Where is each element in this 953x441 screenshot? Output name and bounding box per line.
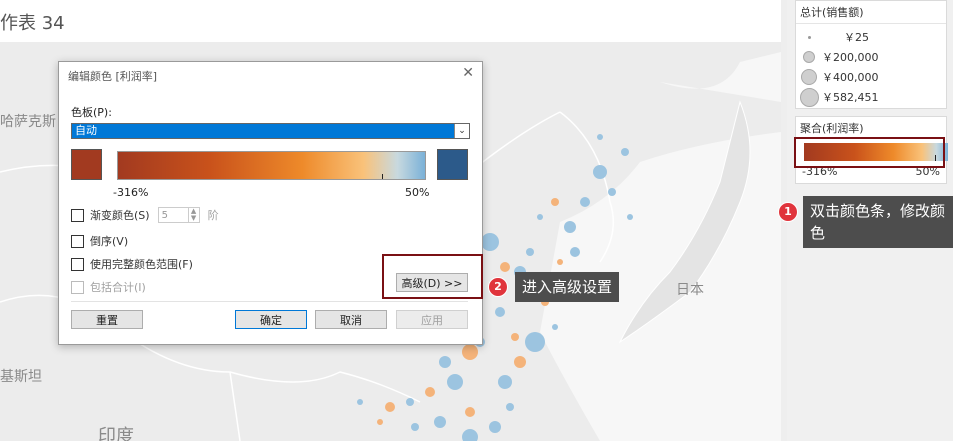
- size-legend-item: ￥400,000: [796, 67, 946, 87]
- close-icon[interactable]: ✕: [462, 65, 474, 81]
- color-ramp[interactable]: [117, 151, 426, 180]
- ramp-min-label: -316%: [113, 186, 149, 199]
- highlight-box: [794, 137, 945, 168]
- map-label: 基斯坦: [0, 369, 42, 385]
- callout-tooltip: 进入高级设置: [515, 272, 620, 302]
- size-dot-icon: [807, 35, 811, 39]
- size-legend-item: ￥200,000: [796, 47, 946, 67]
- reset-button[interactable]: 重置: [71, 310, 143, 329]
- dialog-title: 编辑颜色 [利润率]: [68, 70, 158, 83]
- include-totals-row: 包括合计(I): [71, 279, 146, 295]
- edit-colors-dialog: 编辑颜色 [利润率] ✕ 色板(P): 自动 ⌄ -316% 50% 渐变颜色(…: [58, 61, 483, 345]
- full-range-row: 使用完整颜色范围(F): [71, 256, 193, 272]
- size-legend[interactable]: 总计(销售额) ￥25 ￥200,000 ￥400,000 ￥582,451: [795, 0, 947, 109]
- full-range-checkbox[interactable]: [71, 257, 84, 271]
- map-label: 印度: [98, 426, 134, 441]
- callout-tooltip: 双击颜色条，修改颜色: [803, 196, 953, 248]
- include-totals-checkbox[interactable]: [71, 280, 84, 294]
- ramp-max-label: 50%: [405, 186, 430, 199]
- palette-label: 色板(P):: [71, 106, 112, 119]
- stepped-color-checkbox[interactable]: [71, 208, 84, 222]
- ok-button[interactable]: 确定: [235, 310, 307, 329]
- apply-button[interactable]: 应用: [396, 310, 468, 329]
- stepped-color-row: 渐变颜色(S) 5 ▲ ▼ 阶: [71, 207, 219, 223]
- size-dot-icon: [803, 51, 815, 63]
- worksheet-title: 作表 34: [0, 13, 65, 34]
- cancel-button[interactable]: 取消: [315, 310, 387, 329]
- reversed-checkbox[interactable]: [71, 234, 84, 248]
- palette-select[interactable]: 自动 ⌄: [71, 123, 470, 139]
- callout-badge: 2: [488, 277, 508, 297]
- map-label: 哈萨克斯: [0, 114, 56, 130]
- chevron-down-icon[interactable]: ⌄: [454, 124, 469, 138]
- size-dot-icon: [799, 87, 819, 107]
- size-legend-item: ￥25: [796, 27, 946, 47]
- reversed-row: 倒序(V): [71, 233, 128, 249]
- color-legend-title: 聚合(利润率): [800, 122, 864, 135]
- high-color-swatch[interactable]: [437, 149, 468, 180]
- callout-badge: 1: [778, 202, 798, 222]
- low-color-swatch[interactable]: [71, 149, 102, 180]
- advanced-button[interactable]: 高级(D) >>: [396, 273, 468, 292]
- map-label: 日本: [676, 282, 704, 298]
- size-dot-icon: [801, 69, 817, 85]
- divider: [71, 301, 468, 302]
- size-legend-item: ￥582,451: [796, 87, 946, 107]
- size-legend-title: 总计(销售额): [800, 6, 864, 19]
- steps-stepper[interactable]: 5 ▲ ▼: [157, 207, 200, 223]
- spinner-arrows-icon[interactable]: ▲ ▼: [187, 208, 199, 222]
